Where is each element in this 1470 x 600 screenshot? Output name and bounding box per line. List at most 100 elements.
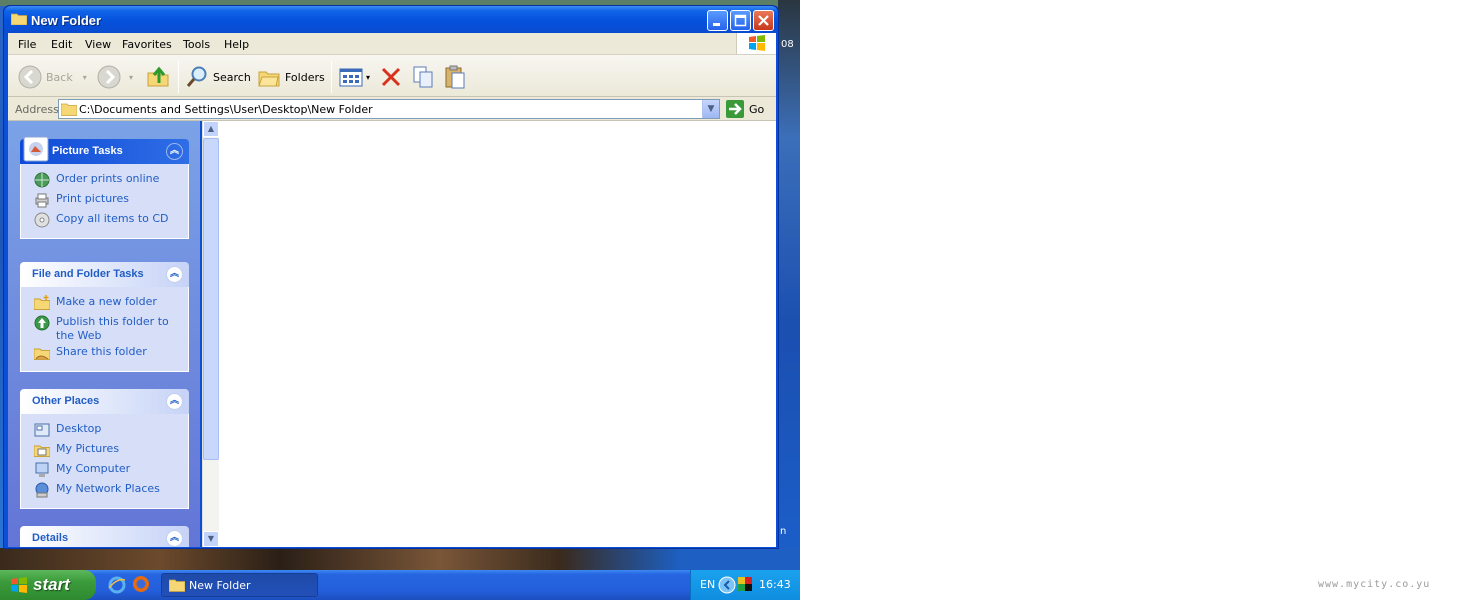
other-places-header[interactable]: Other Places ︽ [20, 389, 189, 414]
scroll-thumb[interactable] [203, 138, 219, 460]
address-input[interactable]: C:\Documents and Settings\User\Desktop\N… [58, 99, 720, 119]
place-my-computer[interactable]: My Computer [21, 462, 188, 482]
task-pane-scrollbar[interactable]: ▲ ▼ [202, 121, 219, 547]
task-copy-to-cd[interactable]: Copy all items to CD [21, 212, 188, 232]
my-computer-icon [35, 462, 49, 477]
task-label: Print pictures [56, 192, 129, 205]
firefox-icon[interactable] [132, 575, 150, 593]
views-button[interactable]: ▾ [339, 65, 370, 89]
minimize-icon [713, 23, 720, 26]
folders-label: Folders [285, 70, 325, 84]
desktop-icon [34, 423, 50, 437]
folder-icon [11, 13, 27, 25]
collapse-chevron-icon[interactable]: ︽ [166, 393, 183, 410]
language-indicator[interactable]: EN [700, 578, 715, 591]
internet-explorer-icon[interactable] [108, 576, 126, 594]
menu-bar: File Edit View Favorites Tools Help [8, 33, 776, 55]
panel-title: Other Places [32, 395, 100, 407]
maximize-button[interactable] [730, 10, 751, 31]
scroll-up-button[interactable]: ▲ [203, 121, 219, 137]
other-places-panel: Other Places ︽ Desktop My Pictures My Co… [20, 389, 189, 509]
menu-tools[interactable]: Tools [183, 38, 210, 51]
task-publish-to-web[interactable]: Publish this folder to the Web [21, 315, 188, 345]
desktop-text-fragment: n [780, 526, 787, 537]
search-button[interactable]: Search [185, 65, 251, 89]
close-button[interactable] [753, 10, 774, 31]
picture-tasks-header[interactable]: Picture Tasks ︽ [20, 136, 189, 164]
views-dropdown-icon[interactable]: ▾ [366, 73, 370, 82]
place-my-network-places[interactable]: My Network Places [21, 482, 188, 502]
share-folder-icon [34, 348, 50, 360]
menu-favorites[interactable]: Favorites [122, 38, 172, 51]
taskbar-item-label: New Folder [189, 579, 251, 592]
toolbar-separator [178, 61, 179, 93]
search-icon [186, 66, 207, 87]
picture-tasks-icon [23, 136, 49, 162]
windows-flag-icon [11, 577, 27, 593]
back-arrow-icon [18, 65, 42, 89]
windows-logo [736, 33, 776, 54]
back-label: Back [46, 70, 73, 84]
folder-content-area[interactable] [219, 121, 776, 547]
menu-file[interactable]: File [18, 38, 36, 51]
paste-icon [445, 65, 465, 89]
forward-dropdown-icon[interactable]: ▾ [129, 73, 133, 82]
delete-x-icon [381, 67, 401, 87]
new-folder-icon [34, 295, 50, 310]
task-make-new-folder[interactable]: Make a new folder [21, 295, 188, 315]
show-hidden-icons-chevron-icon[interactable] [718, 576, 736, 594]
explorer-window: New Folder File Edit View Favorites Tool… [3, 5, 779, 549]
up-folder-button[interactable] [146, 65, 170, 89]
picture-tasks-panel: Picture Tasks ︽ Order prints online Prin… [20, 136, 189, 239]
place-label: Desktop [56, 422, 102, 435]
menu-edit[interactable]: Edit [51, 38, 72, 51]
back-dropdown-icon[interactable]: ▾ [83, 73, 87, 82]
collapse-chevron-icon[interactable]: ︽ [166, 266, 183, 283]
other-places-list: Desktop My Pictures My Computer My Netwo… [20, 414, 189, 509]
go-arrow-icon [726, 100, 744, 118]
printer-icon [35, 193, 49, 208]
clock[interactable]: 16:43 [759, 578, 791, 591]
tray-app-icon[interactable] [738, 577, 752, 591]
taskbar-item-new-folder[interactable]: New Folder [161, 573, 318, 597]
copy-to-button[interactable] [411, 65, 435, 89]
start-label: start [33, 575, 70, 594]
forward-button[interactable]: ▾ [97, 65, 133, 89]
back-button[interactable]: Back ▾ [18, 65, 87, 89]
my-pictures-icon [34, 445, 50, 457]
menu-help[interactable]: Help [224, 38, 249, 51]
standard-toolbar: Back ▾ ▾ Search Folders ▾ [8, 55, 776, 97]
panel-title: Details [32, 532, 69, 544]
task-label: Copy all items to CD [56, 212, 169, 225]
menu-view[interactable]: View [85, 38, 111, 51]
scroll-down-button[interactable]: ▼ [203, 531, 219, 547]
place-my-pictures[interactable]: My Pictures [21, 442, 188, 462]
task-label: Make a new folder [56, 295, 157, 308]
task-share-folder[interactable]: Share this folder [21, 345, 188, 365]
place-label: My Computer [56, 462, 131, 475]
place-desktop[interactable]: Desktop [21, 422, 188, 442]
title-bar[interactable]: New Folder [4, 6, 778, 33]
cd-icon [34, 212, 50, 228]
minimize-button[interactable] [707, 10, 728, 31]
file-folder-tasks-header[interactable]: File and Folder Tasks ︽ [20, 262, 189, 287]
task-label: Publish this folder to the Web [56, 315, 169, 342]
views-icon [339, 68, 363, 87]
address-dropdown-button[interactable]: ▼ [702, 100, 719, 118]
paste-button[interactable] [443, 65, 467, 89]
maximize-icon [734, 14, 747, 27]
desktop: 08 n New Folder File Edit View Favorites… [0, 0, 800, 600]
task-print-pictures[interactable]: Print pictures [21, 192, 188, 212]
picture-tasks-list: Order prints online Print pictures Copy … [20, 164, 189, 239]
details-panel: Details ︽ [20, 526, 189, 547]
start-button[interactable]: start [0, 570, 96, 600]
address-bar: Address C:\Documents and Settings\User\D… [8, 97, 776, 121]
expand-chevron-icon[interactable]: ︽ [166, 530, 183, 547]
details-header[interactable]: Details ︽ [20, 526, 189, 547]
task-order-prints[interactable]: Order prints online [21, 172, 188, 192]
delete-button[interactable] [379, 65, 403, 89]
collapse-chevron-icon[interactable]: ︽ [166, 143, 183, 160]
folders-button[interactable]: Folders [257, 65, 325, 89]
copy-icon [413, 66, 433, 88]
go-button[interactable]: Go [726, 100, 764, 118]
